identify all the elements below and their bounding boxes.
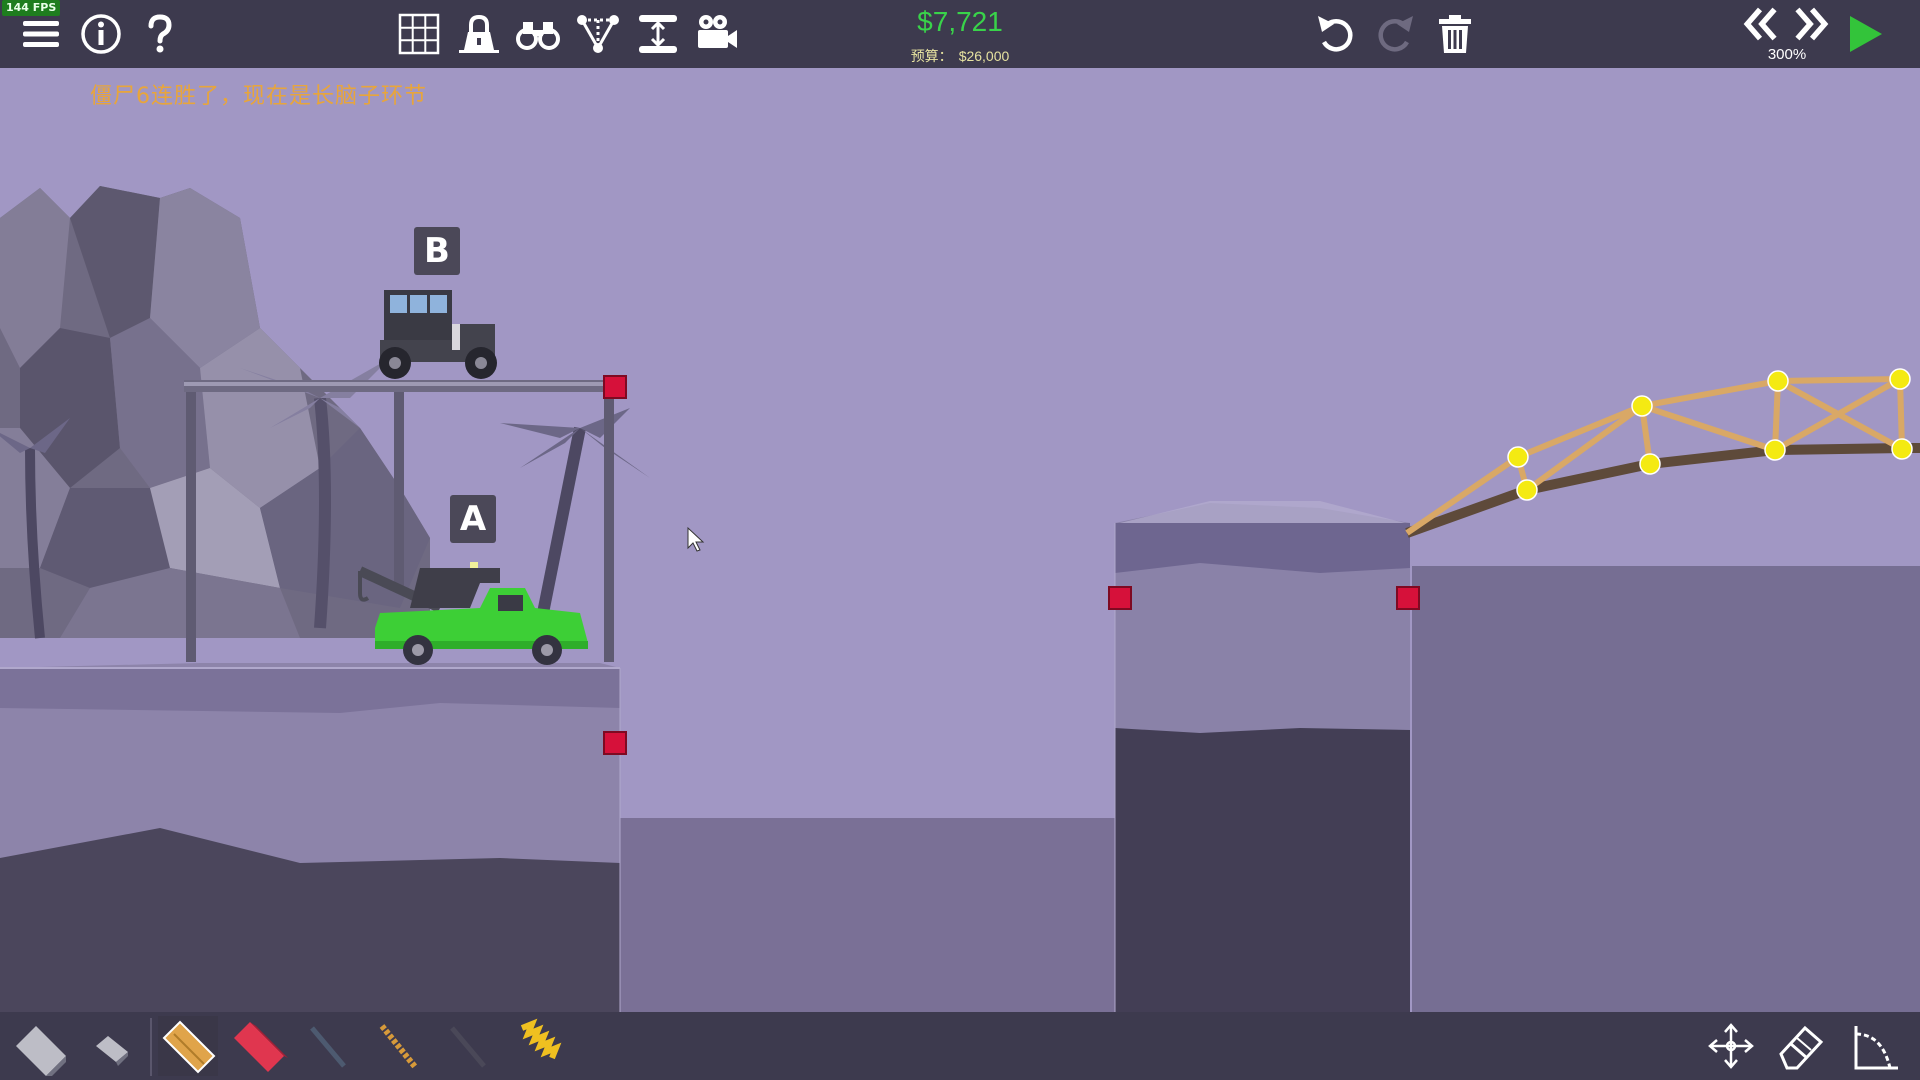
trash-icon[interactable] [1431,10,1479,58]
wood-material-icon[interactable] [158,1016,218,1076]
right-cliff [1412,566,1920,1012]
anchor-point[interactable] [603,731,627,755]
resize-icon[interactable] [634,10,682,58]
help-icon[interactable] [136,10,184,58]
info-icon[interactable] [77,10,125,58]
anchor-point[interactable] [1396,586,1420,610]
cost-display: $7,721 [917,6,1003,37]
label-b: B [414,227,460,275]
notice-text: 僵尸6连胜了，现在是长脑子环节 [90,84,427,109]
top-toolbar: 144 FPS $7,721 预算： $26,000 300% [0,0,1920,68]
joints-icon[interactable] [574,10,622,58]
river-valley [620,818,1120,1012]
zoom-level: 300% [1767,46,1807,63]
move-icon[interactable] [1701,1016,1761,1076]
spring-material-icon[interactable] [506,1016,566,1076]
budget-value: $26,000 [958,48,1010,64]
cable-material-icon[interactable] [298,1016,358,1076]
budget-display: 预算： $26,000 [880,46,1040,66]
undo-icon[interactable] [1312,10,1360,58]
vintage-car [379,290,497,379]
game-scene[interactable]: 僵尸6连胜了，现在是长脑子环节 B A [0,68,1920,1012]
reinforced-road-icon[interactable] [82,1016,142,1076]
lock-icon[interactable] [455,10,503,58]
toolbar-separator [150,1018,152,1076]
steel-material-icon[interactable] [228,1016,288,1076]
anchor-point[interactable] [603,375,627,399]
scene-canvas [0,186,1920,1012]
mouse-cursor [687,526,705,552]
camera-icon[interactable] [693,10,741,58]
material-toolbar [0,1012,1920,1080]
hydraulics-material-icon[interactable] [438,1016,498,1076]
rewind-icon[interactable] [1740,4,1780,44]
fast-forward-icon[interactable] [1792,4,1832,44]
budget-label: 预算： [910,48,953,64]
wooden-bridge [1405,368,1920,538]
road-material-icon[interactable] [10,1016,70,1076]
redo-icon[interactable] [1371,10,1419,58]
rope-material-icon[interactable] [368,1016,428,1076]
play-icon[interactable] [1840,10,1888,58]
binoculars-icon[interactable] [514,10,562,58]
eraser-icon[interactable] [1771,1016,1831,1076]
menu-icon[interactable] [17,10,65,58]
label-a: A [450,495,496,543]
curve-tool-icon[interactable] [1846,1016,1906,1076]
grid-icon[interactable] [395,10,443,58]
anchor-point[interactable] [1108,586,1132,610]
